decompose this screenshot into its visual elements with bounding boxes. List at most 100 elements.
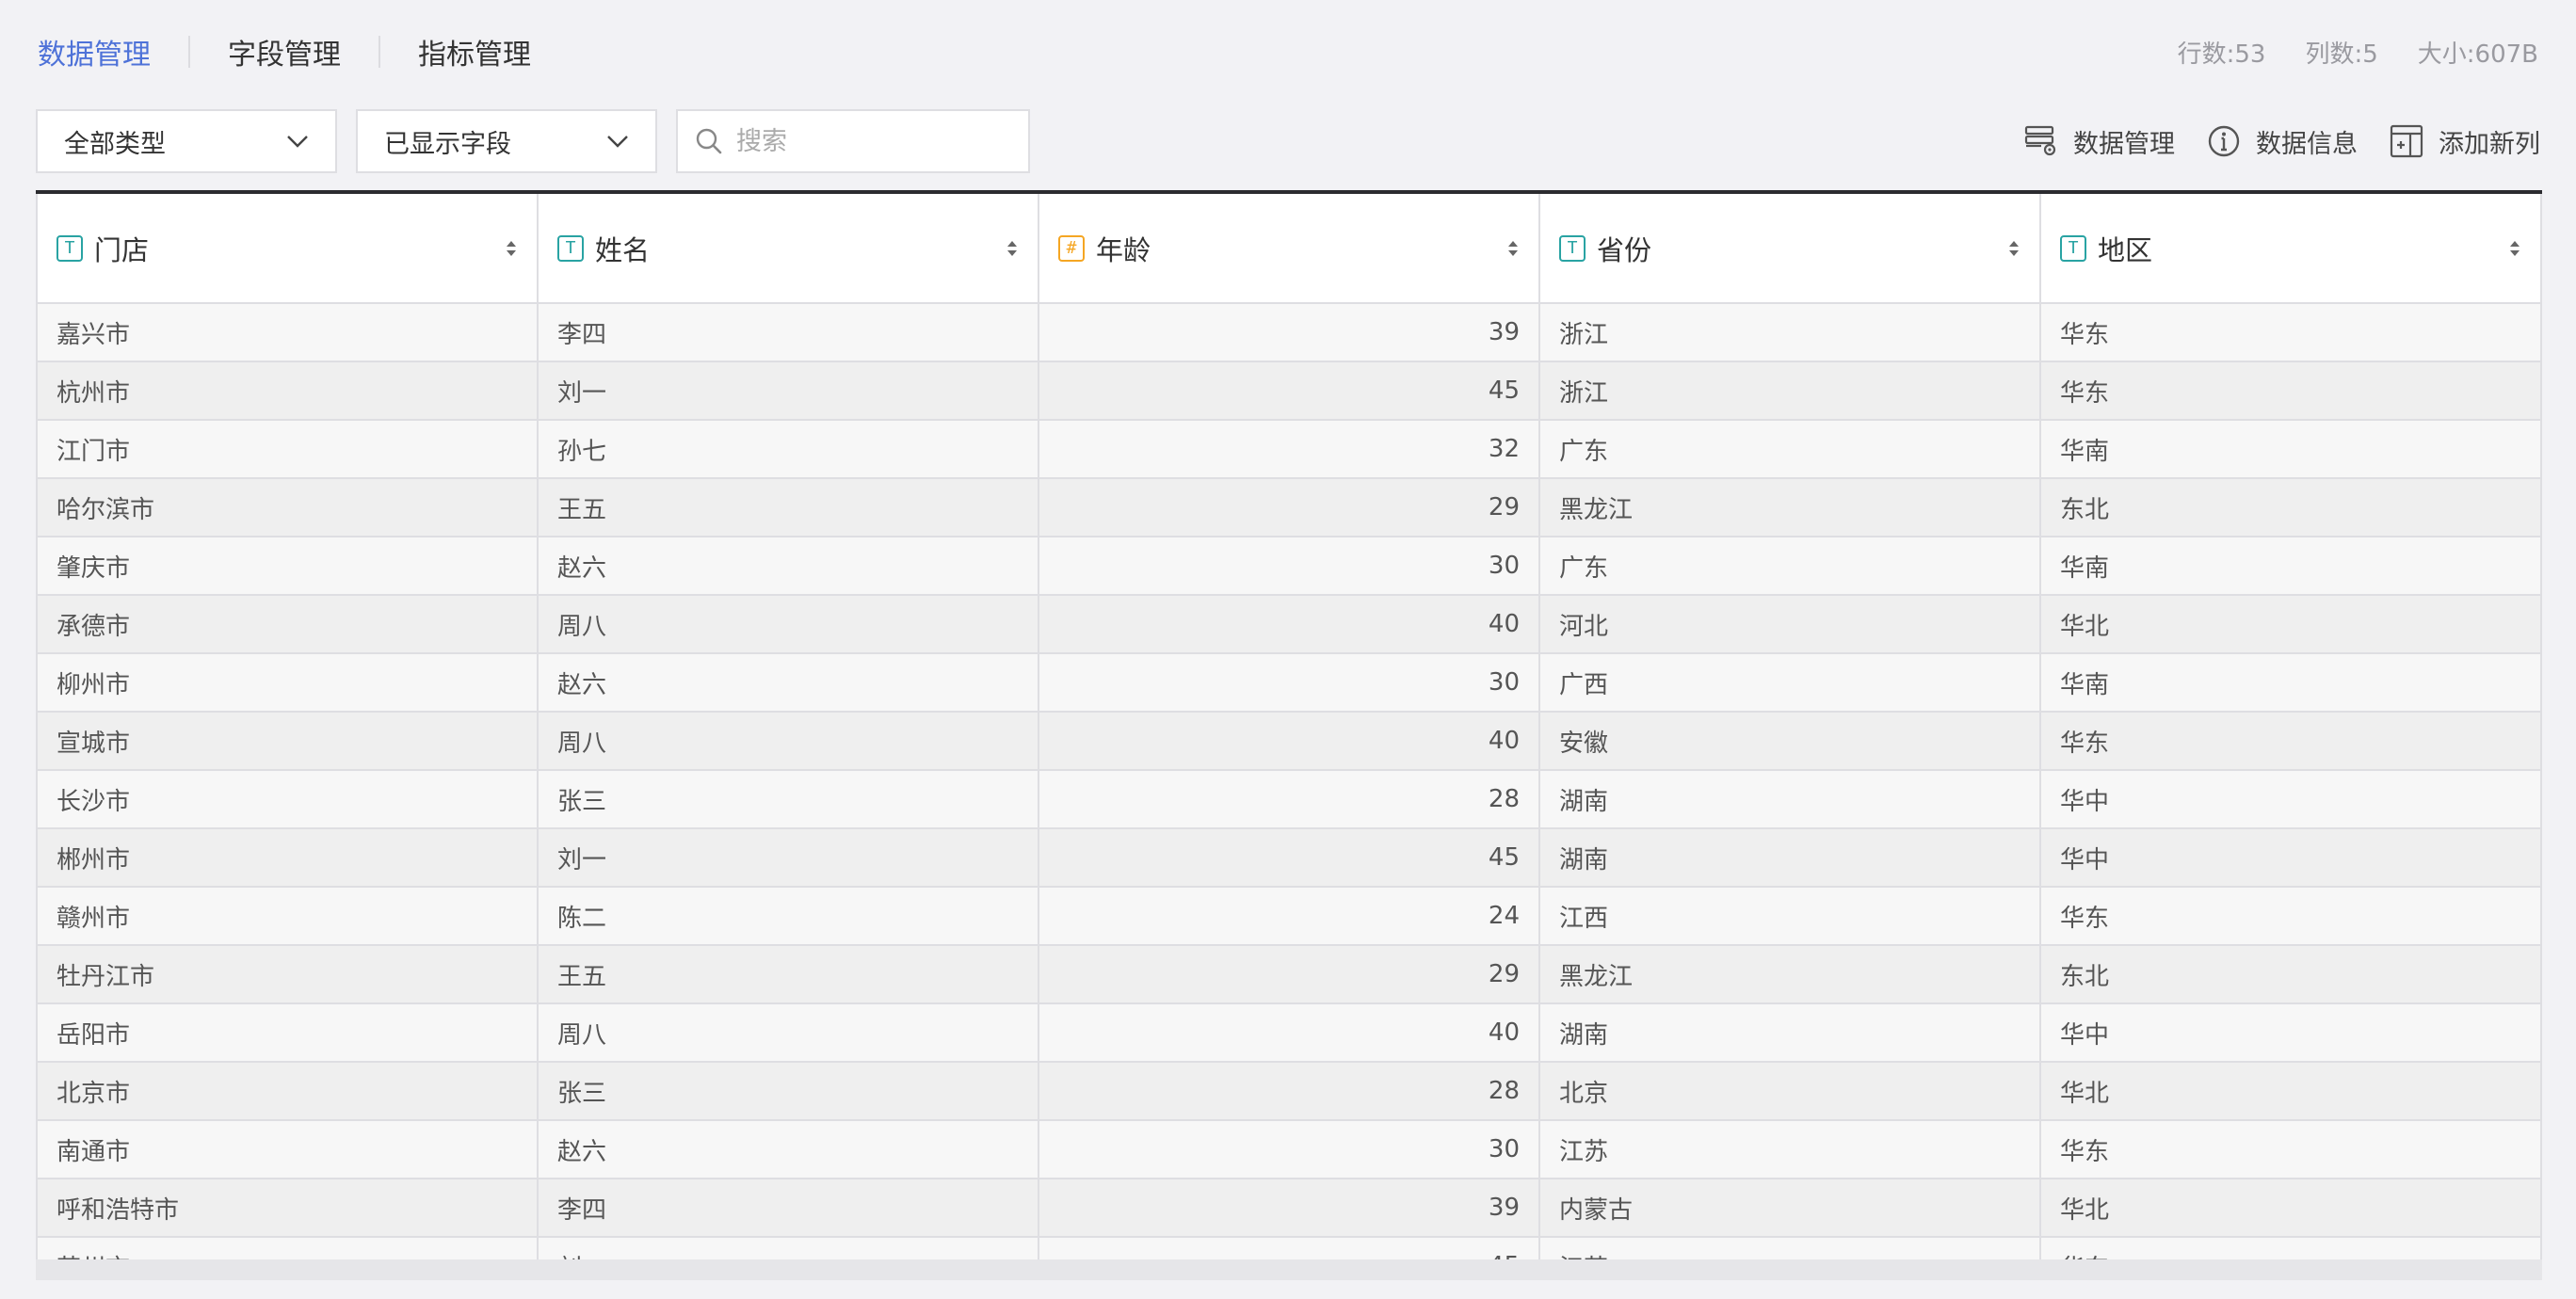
- search-input[interactable]: [736, 126, 1000, 156]
- table-cell[interactable]: 华中: [2040, 1003, 2542, 1063]
- table-cell[interactable]: 28: [1038, 770, 1540, 829]
- table-cell[interactable]: 杭州市: [36, 361, 539, 421]
- table-cell[interactable]: 黑龙江: [1539, 478, 2041, 537]
- table-cell[interactable]: 华东: [2040, 303, 2542, 362]
- table-cell[interactable]: 40: [1038, 1003, 1540, 1063]
- table-cell[interactable]: 湖南: [1539, 1003, 2041, 1063]
- data-management-button[interactable]: 数据管理: [2024, 123, 2175, 160]
- horizontal-scrollbar-track[interactable]: [36, 1259, 2542, 1280]
- table-cell[interactable]: 李四: [538, 1179, 1039, 1238]
- table-cell[interactable]: 周八: [538, 712, 1039, 771]
- table-row[interactable]: 南通市 赵六 30 江苏 华东: [36, 1120, 2542, 1179]
- table-cell[interactable]: 肇庆市: [36, 537, 539, 596]
- table-row[interactable]: 承德市 周八 40 河北 华北: [36, 595, 2542, 654]
- table-cell[interactable]: 32: [1038, 420, 1540, 479]
- table-cell[interactable]: 刘一: [538, 361, 1039, 421]
- table-cell[interactable]: 牡丹江市: [36, 945, 539, 1004]
- sort-icon[interactable]: [505, 239, 518, 258]
- table-cell[interactable]: 周八: [538, 1003, 1039, 1063]
- table-cell[interactable]: 28: [1038, 1062, 1540, 1121]
- tab-field-management[interactable]: 字段管理: [228, 31, 341, 72]
- table-cell[interactable]: 39: [1038, 1179, 1540, 1238]
- table-cell[interactable]: 东北: [2040, 945, 2542, 1004]
- table-row[interactable]: 江门市 孙七 32 广东 华南: [36, 420, 2542, 479]
- type-filter-dropdown[interactable]: 全部类型: [36, 109, 337, 173]
- table-cell[interactable]: 华北: [2040, 1062, 2542, 1121]
- table-row[interactable]: 北京市 张三 28 北京 华北: [36, 1062, 2542, 1121]
- table-row[interactable]: 哈尔滨市 王五 29 黑龙江 东北: [36, 478, 2542, 537]
- table-cell[interactable]: 陈二: [538, 887, 1039, 946]
- table-cell[interactable]: 华北: [2040, 595, 2542, 654]
- table-cell[interactable]: 孙七: [538, 420, 1039, 479]
- table-cell[interactable]: 南通市: [36, 1120, 539, 1179]
- table-row[interactable]: 牡丹江市 王五 29 黑龙江 东北: [36, 945, 2542, 1004]
- table-cell[interactable]: 华中: [2040, 770, 2542, 829]
- table-cell[interactable]: 李四: [538, 303, 1039, 362]
- table-cell[interactable]: 华中: [2040, 828, 2542, 888]
- table-row[interactable]: 肇庆市 赵六 30 广东 华南: [36, 537, 2542, 596]
- data-info-button[interactable]: 数据信息: [2207, 123, 2358, 160]
- sort-icon[interactable]: [1006, 239, 1019, 258]
- table-cell[interactable]: 浙江: [1539, 303, 2041, 362]
- table-cell[interactable]: 24: [1038, 887, 1540, 946]
- table-cell[interactable]: 江西: [1539, 887, 2041, 946]
- table-cell[interactable]: 华南: [2040, 653, 2542, 713]
- sort-icon[interactable]: [2007, 239, 2021, 258]
- table-cell[interactable]: 赵六: [538, 537, 1039, 596]
- table-cell[interactable]: 广东: [1539, 420, 2041, 479]
- table-cell[interactable]: 张三: [538, 770, 1039, 829]
- table-row[interactable]: 柳州市 赵六 30 广西 华南: [36, 653, 2542, 713]
- table-cell[interactable]: 王五: [538, 945, 1039, 1004]
- table-cell[interactable]: 30: [1038, 1120, 1540, 1179]
- table-cell[interactable]: 赵六: [538, 653, 1039, 713]
- table-cell[interactable]: 宣城市: [36, 712, 539, 771]
- table-cell[interactable]: 呼和浩特市: [36, 1179, 539, 1238]
- column-header[interactable]: # 年龄: [1038, 194, 1540, 304]
- table-cell[interactable]: 45: [1038, 828, 1540, 888]
- field-filter-dropdown[interactable]: 已显示字段: [356, 109, 657, 173]
- table-cell[interactable]: 北京市: [36, 1062, 539, 1121]
- table-cell[interactable]: 长沙市: [36, 770, 539, 829]
- column-header[interactable]: T 地区: [2040, 194, 2542, 304]
- table-row[interactable]: 呼和浩特市 李四 39 内蒙古 华北: [36, 1179, 2542, 1238]
- table-cell[interactable]: 张三: [538, 1062, 1039, 1121]
- table-cell[interactable]: 赵六: [538, 1120, 1039, 1179]
- table-cell[interactable]: 华东: [2040, 1120, 2542, 1179]
- table-cell[interactable]: 华东: [2040, 361, 2542, 421]
- table-cell[interactable]: 承德市: [36, 595, 539, 654]
- table-cell[interactable]: 30: [1038, 653, 1540, 713]
- table-cell[interactable]: 刘一: [538, 828, 1039, 888]
- table-cell[interactable]: 45: [1038, 361, 1540, 421]
- tab-data-management[interactable]: 数据管理: [38, 31, 151, 72]
- sort-icon[interactable]: [2508, 239, 2521, 258]
- table-cell[interactable]: 东北: [2040, 478, 2542, 537]
- table-cell[interactable]: 湖南: [1539, 828, 2041, 888]
- table-cell[interactable]: 哈尔滨市: [36, 478, 539, 537]
- table-cell[interactable]: 王五: [538, 478, 1039, 537]
- table-row[interactable]: 赣州市 陈二 24 江西 华东: [36, 887, 2542, 946]
- table-cell[interactable]: 河北: [1539, 595, 2041, 654]
- column-header[interactable]: T 姓名: [538, 194, 1039, 304]
- table-cell[interactable]: 39: [1038, 303, 1540, 362]
- table-cell[interactable]: 黑龙江: [1539, 945, 2041, 1004]
- table-cell[interactable]: 郴州市: [36, 828, 539, 888]
- table-cell[interactable]: 广西: [1539, 653, 2041, 713]
- table-cell[interactable]: 华北: [2040, 1179, 2542, 1238]
- table-cell[interactable]: 华东: [2040, 712, 2542, 771]
- tab-metric-management[interactable]: 指标管理: [418, 31, 531, 72]
- table-cell[interactable]: 北京: [1539, 1062, 2041, 1121]
- table-cell[interactable]: 内蒙古: [1539, 1179, 2041, 1238]
- table-cell[interactable]: 湖南: [1539, 770, 2041, 829]
- table-cell[interactable]: 29: [1038, 478, 1540, 537]
- table-cell[interactable]: 柳州市: [36, 653, 539, 713]
- table-cell[interactable]: 华南: [2040, 420, 2542, 479]
- column-header[interactable]: T 省份: [1539, 194, 2041, 304]
- table-cell[interactable]: 浙江: [1539, 361, 2041, 421]
- table-cell[interactable]: 江门市: [36, 420, 539, 479]
- table-cell[interactable]: 广东: [1539, 537, 2041, 596]
- column-header[interactable]: T 门店: [36, 194, 539, 304]
- table-cell[interactable]: 华南: [2040, 537, 2542, 596]
- table-row[interactable]: 长沙市 张三 28 湖南 华中: [36, 770, 2542, 829]
- table-row[interactable]: 岳阳市 周八 40 湖南 华中: [36, 1003, 2542, 1063]
- table-row[interactable]: 郴州市 刘一 45 湖南 华中: [36, 828, 2542, 888]
